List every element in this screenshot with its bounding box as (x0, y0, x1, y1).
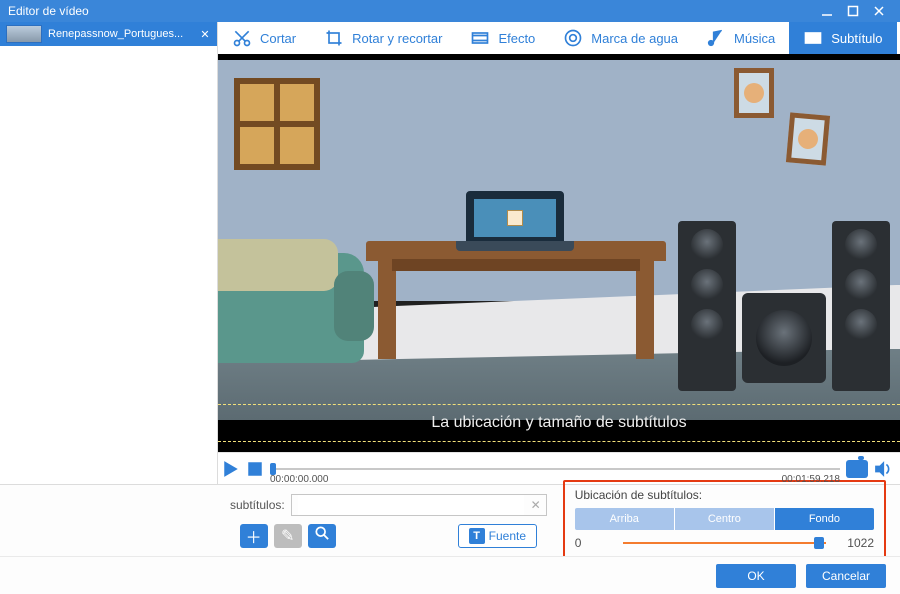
file-sidebar: Renepassnow_Portugues... ✕ (0, 22, 218, 484)
play-button[interactable] (222, 460, 240, 478)
font-button[interactable]: T Fuente (458, 524, 537, 548)
tool-cut-label: Cortar (260, 31, 296, 46)
plus-icon: ＋ (246, 524, 262, 548)
file-thumbnail (6, 25, 42, 43)
window-title: Editor de vídeo (8, 4, 814, 18)
preview-subtitle-button[interactable] (308, 524, 336, 548)
title-bar: Editor de vídeo (0, 0, 900, 22)
subtitle-position-group: Ubicación de subtítulos: Arriba Centro F… (563, 480, 886, 562)
pencil-icon: ✎ (281, 526, 294, 546)
clear-input-icon[interactable]: ✕ (531, 498, 541, 512)
tool-watermark-label: Marca de agua (591, 31, 678, 46)
add-subtitle-button[interactable]: ＋ (240, 524, 268, 548)
video-preview: La ubicación y tamaño de subtítulos (218, 54, 900, 452)
file-tab[interactable]: Renepassnow_Portugues... ✕ (0, 22, 217, 46)
tool-effect-label: Efecto (498, 31, 535, 46)
volume-button[interactable] (874, 460, 892, 478)
subtitle-overlay-region[interactable]: La ubicación y tamaño de subtítulos (218, 404, 900, 442)
tool-watermark[interactable]: Marca de agua (549, 22, 692, 54)
maximize-button[interactable] (840, 0, 866, 22)
tool-music-label: Música (734, 31, 775, 46)
tool-cut[interactable]: Cortar (218, 22, 310, 54)
subtitle-sample-text: La ubicación y tamaño de subtítulos (431, 414, 686, 432)
subtitle-field-label: subtítulos: (230, 498, 285, 512)
close-file-icon[interactable]: ✕ (199, 28, 211, 41)
preview-frame-illustration (218, 54, 900, 452)
subtitle-input-wrapper: ✕ (291, 494, 547, 516)
position-option-bottom[interactable]: Fondo (775, 508, 874, 530)
magnifier-icon (315, 526, 329, 545)
tool-rotate-label: Rotar y recortar (352, 31, 442, 46)
subtitle-panel: subtítulos: ✕ ＋ ✎ (0, 484, 900, 556)
playback-bar: 00:00:00.000 00:01:59.218 (218, 452, 900, 484)
time-current: 00:00:00.000 (270, 474, 328, 485)
time-total: 00:01:59.218 (782, 474, 840, 485)
close-button[interactable] (866, 0, 892, 22)
position-label: Ubicación de subtítulos: (575, 488, 874, 502)
file-name: Renepassnow_Portugues... (48, 28, 193, 40)
subtitle-input[interactable] (298, 495, 524, 515)
font-icon: T (469, 528, 485, 544)
seek-slider[interactable]: 00:00:00.000 00:01:59.218 (270, 468, 840, 470)
tool-music[interactable]: Música (692, 22, 789, 54)
position-option-top[interactable]: Arriba (575, 508, 675, 530)
slider-value: 1022 (834, 536, 874, 550)
slider-min: 0 (575, 536, 615, 550)
stop-button[interactable] (246, 460, 264, 478)
position-option-center[interactable]: Centro (675, 508, 775, 530)
tool-subtitle-label: Subtítulo (831, 31, 882, 46)
minimize-button[interactable] (814, 0, 840, 22)
cancel-button[interactable]: Cancelar (806, 564, 886, 588)
edit-subtitle-button[interactable]: ✎ (274, 524, 302, 548)
snapshot-button[interactable] (846, 460, 868, 478)
tool-rotate-crop[interactable]: Rotar y recortar (310, 22, 456, 54)
dialog-footer: OK Cancelar (0, 556, 900, 594)
position-slider[interactable] (623, 542, 826, 544)
editor-toolbar: Cortar Rotar y recortar Efecto Marca de … (218, 22, 900, 54)
tool-subtitle[interactable]: Subtítulo (789, 22, 896, 54)
tool-effect[interactable]: Efecto (456, 22, 549, 54)
font-button-label: Fuente (489, 529, 526, 543)
position-segmented: Arriba Centro Fondo (575, 508, 874, 530)
ok-button[interactable]: OK (716, 564, 796, 588)
